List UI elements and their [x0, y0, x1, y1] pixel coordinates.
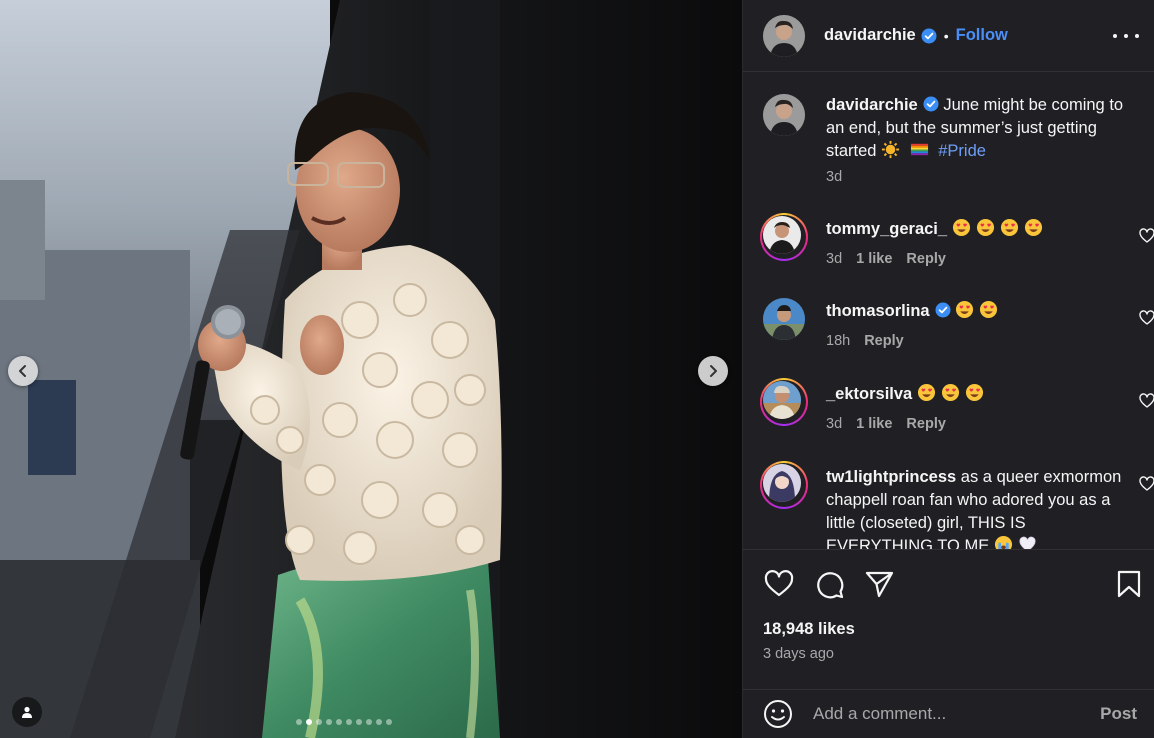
author-avatar[interactable]	[763, 14, 805, 57]
smiley-icon[interactable]	[763, 699, 793, 729]
comment-meta: 3d 1 like Reply	[826, 251, 946, 267]
caption-username[interactable]: davidarchie	[826, 96, 918, 114]
post-timestamp: 3 days ago	[763, 646, 834, 662]
verified-badge-icon	[921, 28, 937, 43]
author-username[interactable]: davidarchie	[824, 26, 916, 45]
like-heart-icon[interactable]	[763, 568, 795, 600]
caption-author-avatar[interactable]	[763, 94, 805, 136]
carousel-dot	[386, 719, 392, 725]
carousel-dot	[366, 719, 372, 725]
comments-list[interactable]: davidarchie June might be coming to an e…	[743, 73, 1154, 549]
comment-input[interactable]	[813, 701, 1063, 727]
carousel-dot	[356, 719, 362, 725]
more-options-icon	[1113, 34, 1117, 38]
heart-eyes-emoji-icon	[952, 218, 970, 237]
carousel-indicator	[296, 719, 392, 725]
heart-eyes-emoji-icon	[1000, 218, 1018, 237]
verified-badge-icon	[923, 96, 939, 112]
carousel-dot	[346, 719, 352, 725]
commenter-avatar	[763, 381, 801, 419]
heart-eyes-emoji-icon	[917, 383, 935, 402]
white-heart-emoji-icon	[1019, 536, 1036, 549]
carousel-dot	[306, 719, 312, 725]
caption-time: 3d	[826, 169, 843, 185]
reply-button[interactable]: Reply	[906, 416, 946, 432]
comment-username[interactable]: tommy_geraci_	[826, 220, 947, 238]
comment-like-heart-icon[interactable]	[1139, 476, 1154, 492]
comment-emojis	[952, 218, 1048, 238]
comment-likes[interactable]: 1 like	[856, 416, 892, 432]
post-photo	[0, 0, 742, 738]
heart-eyes-emoji-icon	[980, 300, 998, 319]
chevron-left-icon	[19, 365, 26, 377]
comment-time: 18h	[826, 333, 851, 349]
share-icon[interactable]	[863, 568, 895, 600]
post-media[interactable]	[0, 0, 742, 738]
carousel-dot	[316, 719, 322, 725]
comment-username[interactable]: tw1lightprincess	[826, 468, 956, 486]
comment-like-heart-icon[interactable]	[1139, 310, 1154, 326]
heart-eyes-emoji-icon	[976, 218, 994, 237]
comment-composer: Post	[743, 689, 1154, 738]
comment-text-block: _ektorsilva	[826, 383, 1126, 406]
reply-button[interactable]: Reply	[906, 251, 946, 267]
commenter-avatar	[763, 216, 801, 254]
comment-emojis	[994, 535, 1042, 549]
comment-text-block: tw1lightprincess as a queer exmormon cha…	[826, 466, 1126, 549]
header-separator: •	[943, 27, 949, 44]
likes-count[interactable]: 18,948 likes	[763, 620, 855, 639]
carousel-dot	[296, 719, 302, 725]
tagged-users-button[interactable]	[12, 697, 42, 727]
story-ring[interactable]	[760, 213, 808, 261]
comment-like-heart-icon[interactable]	[1139, 228, 1154, 244]
comment-like-heart-icon[interactable]	[1139, 393, 1154, 409]
commenter-avatar[interactable]	[763, 298, 805, 340]
heart-eyes-emoji-icon	[956, 300, 974, 319]
follow-button[interactable]: Follow	[956, 26, 1008, 45]
user-tag-icon	[22, 706, 32, 718]
post-side-panel: davidarchie • Follow davidarchie June mi…	[742, 0, 1154, 738]
caption-meta: 3d	[826, 169, 842, 185]
comment-text-block: thomasorlina	[826, 300, 1126, 323]
caption-text-block: davidarchie June might be coming to an e…	[826, 94, 1126, 163]
comment-username[interactable]: _ektorsilva	[826, 385, 912, 403]
heart-eyes-emoji-icon	[941, 383, 959, 402]
heart-eyes-emoji-icon	[965, 383, 983, 402]
comment-emojis	[917, 383, 989, 403]
comment-time: 3d	[826, 251, 843, 267]
rainbow-flag-icon	[910, 143, 928, 156]
more-options-button[interactable]	[1113, 24, 1139, 48]
comment-text-block: tommy_geraci_	[826, 218, 1126, 241]
commenter-avatar	[763, 464, 801, 502]
comment-meta: 3d 1 like Reply	[826, 416, 946, 432]
chevron-right-icon	[710, 365, 717, 377]
crying-emoji-icon	[994, 535, 1012, 549]
sun-emoji-icon	[881, 140, 900, 159]
comment-likes[interactable]: 1 like	[856, 251, 892, 267]
post-comment-button[interactable]: Post	[1100, 704, 1137, 724]
carousel-dot	[336, 719, 342, 725]
comment-emojis	[955, 300, 1003, 320]
comment-username[interactable]: thomasorlina	[826, 302, 930, 320]
story-ring[interactable]	[760, 461, 808, 509]
heart-eyes-emoji-icon	[1024, 218, 1042, 237]
bookmark-icon[interactable]	[1113, 568, 1145, 600]
carousel-dot	[326, 719, 332, 725]
comment-icon[interactable]	[813, 568, 845, 600]
carousel-dot	[376, 719, 382, 725]
post-actions: 18,948 likes 3 days ago	[743, 549, 1154, 689]
comment-meta: 18h Reply	[826, 333, 904, 349]
post-header: davidarchie • Follow	[743, 0, 1154, 72]
story-ring[interactable]	[760, 378, 808, 426]
caption-hashtag[interactable]: #Pride	[938, 142, 986, 160]
verified-badge-icon	[935, 302, 951, 318]
carousel-prev-button[interactable]	[8, 356, 38, 386]
reply-button[interactable]: Reply	[864, 333, 904, 349]
comment-time: 3d	[826, 416, 843, 432]
carousel-next-button[interactable]	[698, 356, 728, 386]
